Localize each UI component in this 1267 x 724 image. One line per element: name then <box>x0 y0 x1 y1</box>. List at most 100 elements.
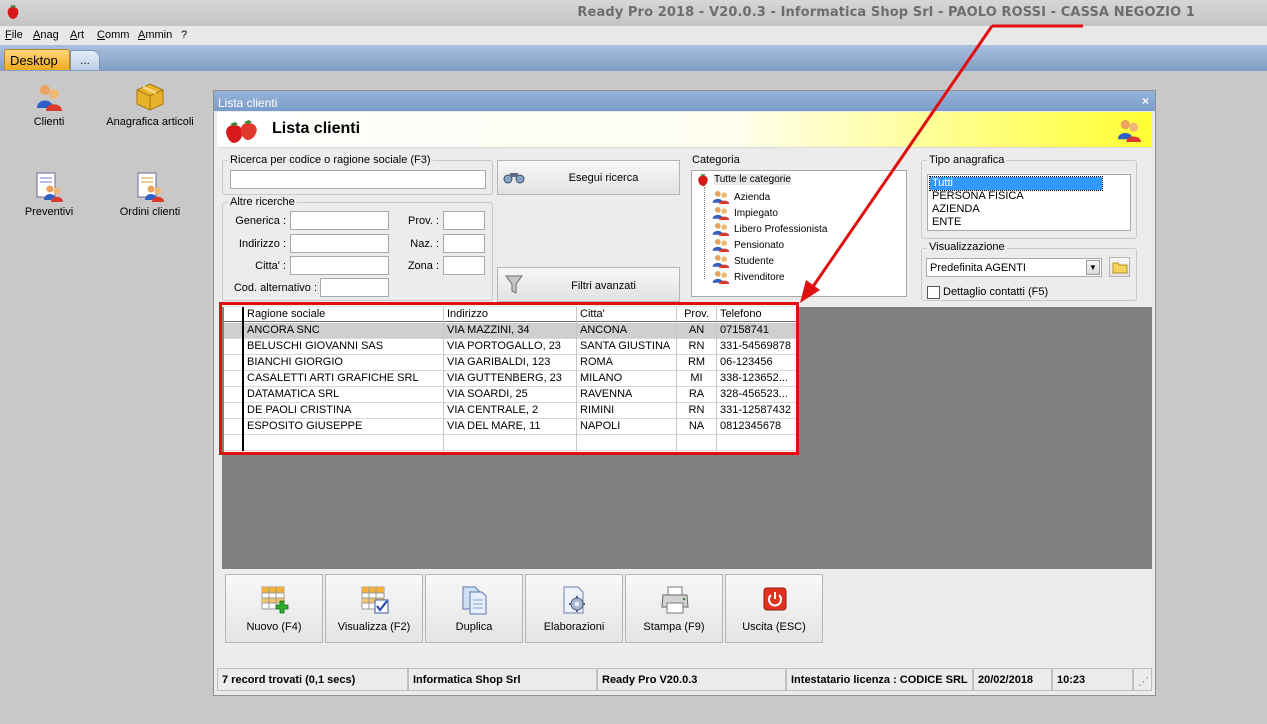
table-cell: VIA GUTTENBERG, 23 <box>444 371 577 387</box>
table-row[interactable]: ESPOSITO GIUSEPPE VIA DEL MARE, 11 NAPOLI N… <box>224 419 798 435</box>
desktop-icon-preventivi[interactable]: Preventivi <box>0 172 104 218</box>
menu-comm[interactable]: Comm <box>97 29 129 41</box>
desktop-icon-clienti[interactable]: Clienti <box>0 82 104 128</box>
zona-input[interactable] <box>443 256 485 275</box>
dettaglio-contatti-checkbox[interactable] <box>927 286 940 299</box>
grid-check-icon <box>361 586 389 614</box>
tree-root-label: Tutte le categorie <box>714 174 791 185</box>
menu-file[interactable]: File <box>5 29 23 41</box>
tipo-item-ente[interactable]: ENTE <box>930 216 1102 229</box>
visualizzazione-select[interactable]: Predefinita AGENTI ▼ <box>926 258 1102 277</box>
cod-alternativo-label: Cod. alternativo : <box>233 282 317 294</box>
naz-label: Naz. : <box>410 238 439 250</box>
app-title: Ready Pro 2018 - V20.0.3 - Informatica S… <box>577 5 1195 20</box>
table-row[interactable]: ANCORA SNC VIA MAZZINI, 34 ANCONA AN 0715874… <box>224 323 798 339</box>
table-header: Ragione sociale Indirizzo Citta' Prov. T… <box>224 307 798 323</box>
row-indicator <box>224 371 244 387</box>
nuovo-button[interactable]: Nuovo (F4) <box>225 574 323 643</box>
table-row[interactable]: BELUSCHI GIOVANNI SAS VIA PORTOGALLO, 23 S… <box>224 339 798 355</box>
table-row[interactable]: BIANCHI GIORGIO VIA GARIBALDI, 123 ROMA RM 0… <box>224 355 798 371</box>
menu-anag[interactable]: Anag <box>33 29 59 41</box>
close-icon[interactable]: × <box>1142 94 1149 108</box>
table-cell: VIA DEL MARE, 11 <box>444 419 577 435</box>
citta-input[interactable] <box>290 256 389 275</box>
stampa-button[interactable]: Stampa (F9) <box>625 574 723 643</box>
table-cell: RA <box>677 387 717 403</box>
row-indicator <box>224 339 244 355</box>
column-header-prov[interactable]: Prov. <box>677 307 717 323</box>
grid-add-icon <box>261 586 289 614</box>
table-cell: ANCONA <box>577 323 677 339</box>
table-cell: DATAMATICA SRL <box>244 387 444 403</box>
row-indicator <box>224 387 244 403</box>
menu-help[interactable]: ? <box>181 29 187 41</box>
row-indicator <box>224 355 244 371</box>
desktop-icon-anagrafica-articoli[interactable]: Anagrafica articoli <box>95 82 205 128</box>
tree-connector <box>704 187 705 279</box>
document-people-icon <box>137 172 164 202</box>
column-header-ragione-sociale[interactable]: Ragione sociale <box>244 307 444 323</box>
filtri-avanzati-button[interactable]: Filtri avanzati <box>497 267 680 302</box>
cod-alternativo-input[interactable] <box>320 278 389 297</box>
row-indicator <box>224 419 244 435</box>
tab-more[interactable]: ... <box>70 50 100 70</box>
search-group-legend: Ricerca per codice o ragione sociale (F3… <box>228 154 433 166</box>
prov-input[interactable] <box>443 211 485 230</box>
table-cell: BIANCHI GIORGIO <box>244 355 444 371</box>
table-row[interactable]: DE PAOLI CRISTINA VIA CENTRALE, 2 RIMINI RN… <box>224 403 798 419</box>
table-cell: RM <box>677 355 717 371</box>
duplica-button[interactable]: Duplica <box>425 574 523 643</box>
uscita-label: Uscita (ESC) <box>742 621 806 633</box>
esegui-ricerca-button[interactable]: Esegui ricerca <box>497 160 680 195</box>
elaborazioni-button[interactable]: Elaborazioni <box>525 574 623 643</box>
desktop-icon-ordini-clienti[interactable]: Ordini clienti <box>95 172 205 218</box>
table-cell: MILANO <box>577 371 677 387</box>
status-date: 20/02/2018 <box>973 668 1052 691</box>
desktop-icon-label: Clienti <box>33 116 65 128</box>
table-cell: BELUSCHI GIOVANNI SAS <box>244 339 444 355</box>
page-title: Lista clienti <box>272 120 361 137</box>
filtri-avanzati-label: Filtri avanzati <box>571 280 636 292</box>
document-people-icon <box>36 172 63 202</box>
table-cell: CASALETTI ARTI GRAFICHE SRL <box>244 371 444 387</box>
citta-label: Citta' : <box>255 260 286 272</box>
row-indicator <box>224 403 244 419</box>
table-row[interactable] <box>224 435 798 451</box>
stampa-label: Stampa (F9) <box>643 621 705 633</box>
open-folder-button[interactable] <box>1109 257 1130 277</box>
table-cell <box>577 435 677 451</box>
visualizza-label: Visualizza (F2) <box>337 621 411 633</box>
tree-item-label: Pensionato <box>734 240 785 251</box>
indirizzo-input[interactable] <box>290 234 389 253</box>
chevron-down-icon[interactable]: ▼ <box>1086 260 1100 275</box>
search-input[interactable] <box>230 170 486 189</box>
table-cell: 331-12587432 <box>720 404 791 416</box>
tipo-item-tutti[interactable]: Tutti <box>929 176 1103 191</box>
header-indicator <box>224 307 244 323</box>
column-header-telefono[interactable]: Telefono <box>717 307 798 323</box>
tipo-item-azienda[interactable]: AZIENDA <box>930 203 1102 216</box>
visualizzazione-legend: Visualizzazione <box>927 241 1007 253</box>
folder-icon <box>1112 262 1128 274</box>
tree-item-label: Rivenditore <box>734 272 785 283</box>
tabstrip: Desktop ... <box>0 45 1267 71</box>
table-cell: 331-54569878 <box>720 340 791 352</box>
menu-ammin[interactable]: Ammin <box>138 29 172 41</box>
table-cell: ROMA <box>577 355 677 371</box>
visualizza-button[interactable]: Visualizza (F2) <box>325 574 423 643</box>
menu-art[interactable]: Art <box>70 29 84 41</box>
column-header-citta[interactable]: Citta' <box>577 307 677 323</box>
uscita-button[interactable]: Uscita (ESC) <box>725 574 823 643</box>
table-cell: NAPOLI <box>577 419 677 435</box>
resize-grip-icon[interactable]: ⋰ <box>1133 668 1152 691</box>
tipo-item-persona-fisica[interactable]: PERSONA FISICA <box>930 190 1102 203</box>
generica-input[interactable] <box>290 211 389 230</box>
table-row[interactable]: DATAMATICA SRL VIA SOARDI, 25 RAVENNA RA 328… <box>224 387 798 403</box>
column-header-indirizzo[interactable]: Indirizzo <box>444 307 577 323</box>
table-row[interactable]: CASALETTI ARTI GRAFICHE SRL VIA GUTTENBER… <box>224 371 798 387</box>
naz-input[interactable] <box>443 234 485 253</box>
other-search-legend: Altre ricerche <box>228 196 297 208</box>
table-cell: 0812345678 <box>720 420 782 432</box>
table-cell: VIA MAZZINI, 34 <box>444 323 577 339</box>
tab-desktop[interactable]: Desktop <box>4 49 70 70</box>
